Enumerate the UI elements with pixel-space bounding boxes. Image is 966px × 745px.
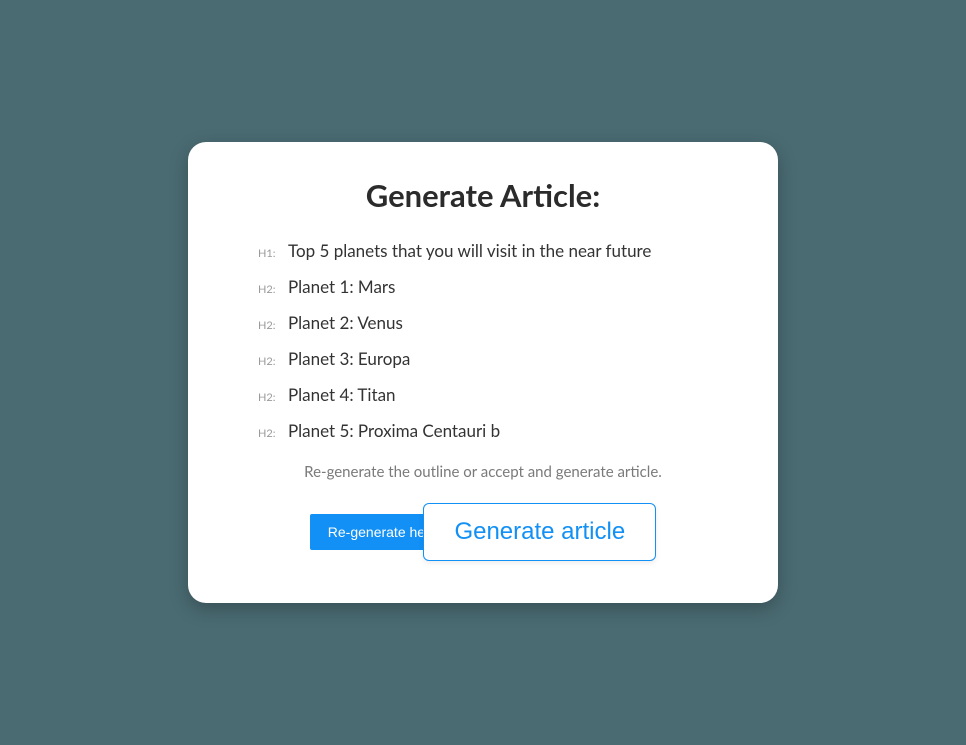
outline-item-label: Planet 3: Europa [288, 348, 410, 369]
article-generator-card: Generate Article: H1: Top 5 planets that… [188, 142, 778, 603]
outline-item-label: Planet 5: Proxima Centauri b [288, 420, 500, 441]
outline-item-label: Planet 2: Venus [288, 312, 403, 333]
heading-level-tag: H2: [258, 427, 278, 440]
button-row: Re-generate headlines Generate article [228, 503, 738, 561]
generate-article-button[interactable]: Generate article [423, 503, 656, 561]
helper-text: Re-generate the outline or accept and ge… [228, 463, 738, 481]
outline-item-label: Planet 1: Mars [288, 276, 395, 297]
outline-item: H1: Top 5 planets that you will visit in… [258, 240, 738, 261]
outline-item: H2: Planet 3: Europa [258, 348, 738, 369]
outline-item: H2: Planet 4: Titan [258, 384, 738, 405]
heading-level-tag: H2: [258, 283, 278, 296]
outline-item: H2: Planet 1: Mars [258, 276, 738, 297]
outline-item-label: Planet 4: Titan [288, 384, 396, 405]
outline-item: H2: Planet 5: Proxima Centauri b [258, 420, 738, 441]
card-title: Generate Article: [228, 176, 738, 214]
heading-level-tag: H2: [258, 355, 278, 368]
outline-item-label: Top 5 planets that you will visit in the… [288, 240, 651, 261]
heading-level-tag: H1: [258, 247, 278, 260]
outline-item: H2: Planet 2: Venus [258, 312, 738, 333]
outline-list: H1: Top 5 planets that you will visit in… [228, 240, 738, 441]
heading-level-tag: H2: [258, 319, 278, 332]
heading-level-tag: H2: [258, 391, 278, 404]
